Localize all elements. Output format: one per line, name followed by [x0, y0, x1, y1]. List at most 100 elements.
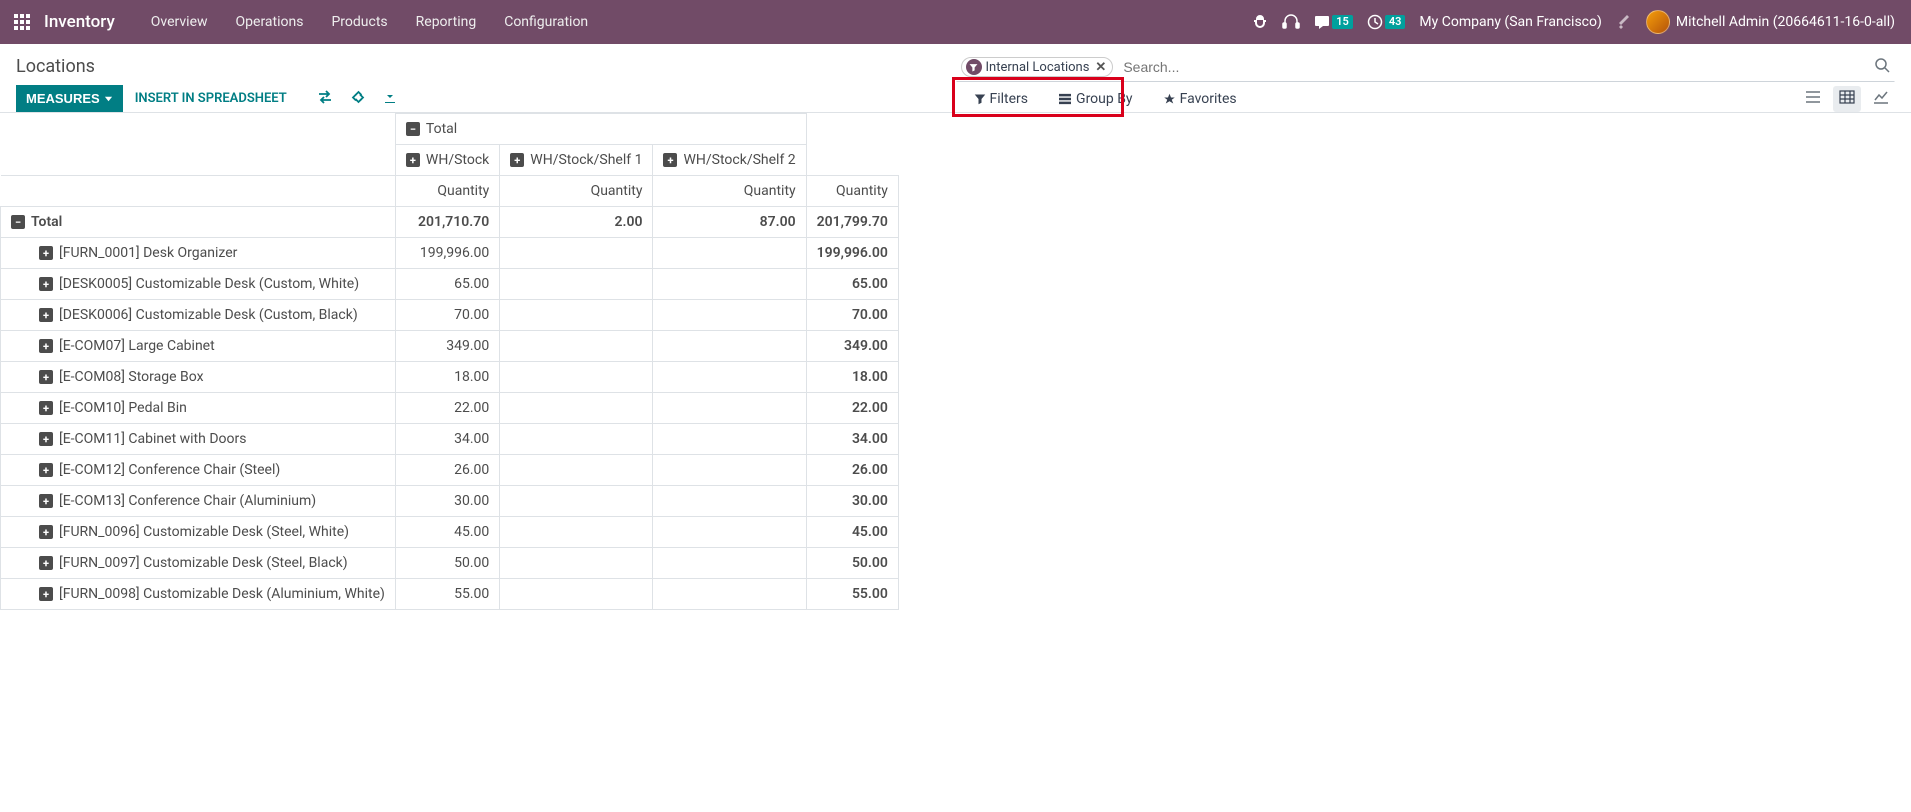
facet-remove[interactable]: ✕	[1095, 60, 1106, 75]
row-header[interactable]: +[E-COM10] Pedal Bin	[1, 393, 396, 424]
row-header[interactable]: +[E-COM07] Large Cabinet	[1, 331, 396, 362]
col-header[interactable]: +WH/Stock/Shelf 1	[500, 145, 653, 176]
view-pivot-button[interactable]	[1833, 86, 1861, 112]
expand-all-icon[interactable]	[351, 90, 365, 108]
cell[interactable]: 87.00	[653, 207, 806, 238]
flip-axis-icon[interactable]	[317, 90, 333, 108]
row-header[interactable]: +[E-COM12] Conference Chair (Steel)	[1, 455, 396, 486]
row-header[interactable]: +[FURN_0097] Customizable Desk (Steel, B…	[1, 548, 396, 579]
cell[interactable]	[500, 424, 653, 455]
expand-icon[interactable]: +	[663, 153, 677, 167]
nav-overview[interactable]: Overview	[139, 6, 220, 38]
cell[interactable]	[653, 300, 806, 331]
search-input[interactable]	[1119, 55, 1890, 79]
cell[interactable]	[653, 455, 806, 486]
expand-icon[interactable]: +	[39, 246, 53, 260]
measures-button[interactable]: Measures	[16, 85, 123, 112]
cell[interactable]	[653, 269, 806, 300]
apps-icon[interactable]	[8, 8, 36, 36]
nav-operations[interactable]: Operations	[224, 6, 316, 38]
pivot-table-container[interactable]: −Total +WH/Stock+WH/Stock/Shelf 1+WH/Sto…	[0, 113, 1911, 795]
expand-icon[interactable]: +	[510, 153, 524, 167]
search-facet[interactable]: Internal Locations ✕	[961, 57, 1114, 77]
cell[interactable]	[500, 362, 653, 393]
expand-icon[interactable]: +	[39, 525, 53, 539]
cell[interactable]: 65.00	[806, 269, 898, 300]
cell[interactable]: 201,799.70	[806, 207, 898, 238]
row-header[interactable]: +[E-COM08] Storage Box	[1, 362, 396, 393]
cell[interactable]: 18.00	[806, 362, 898, 393]
view-graph-button[interactable]	[1867, 86, 1895, 112]
activity-icon[interactable]: 43	[1367, 14, 1406, 30]
cell[interactable]: 22.00	[395, 393, 499, 424]
cell[interactable]: 199,996.00	[395, 238, 499, 269]
cell[interactable]	[500, 517, 653, 548]
cell[interactable]: 26.00	[806, 455, 898, 486]
row-header[interactable]: +[DESK0006] Customizable Desk (Custom, B…	[1, 300, 396, 331]
messaging-icon[interactable]: 15	[1314, 14, 1353, 30]
cell[interactable]: 34.00	[806, 424, 898, 455]
collapse-icon[interactable]: −	[406, 122, 420, 136]
cell[interactable]: 30.00	[395, 486, 499, 517]
download-icon[interactable]	[383, 90, 397, 108]
cell[interactable]: 70.00	[806, 300, 898, 331]
insert-spreadsheet-button[interactable]: Insert in Spreadsheet	[135, 91, 287, 106]
cell[interactable]: 50.00	[395, 548, 499, 579]
row-header[interactable]: +[FURN_0001] Desk Organizer	[1, 238, 396, 269]
cell[interactable]	[500, 238, 653, 269]
col-header[interactable]: +WH/Stock	[395, 145, 499, 176]
debug-icon[interactable]	[1252, 14, 1268, 30]
cell[interactable]	[653, 362, 806, 393]
expand-icon[interactable]: +	[39, 494, 53, 508]
cell[interactable]	[500, 486, 653, 517]
nav-configuration[interactable]: Configuration	[492, 6, 600, 38]
row-total-header[interactable]: −Total	[1, 207, 396, 238]
cell[interactable]	[653, 331, 806, 362]
expand-icon[interactable]: +	[39, 370, 53, 384]
cell[interactable]: 34.00	[395, 424, 499, 455]
col-header[interactable]: +WH/Stock/Shelf 2	[653, 145, 806, 176]
cell[interactable]	[653, 486, 806, 517]
search-icon[interactable]	[1874, 57, 1890, 77]
cell[interactable]: 55.00	[806, 579, 898, 610]
cell[interactable]	[653, 424, 806, 455]
expand-icon[interactable]: +	[39, 401, 53, 415]
row-header[interactable]: +[E-COM13] Conference Chair (Aluminium)	[1, 486, 396, 517]
cell[interactable]: 18.00	[395, 362, 499, 393]
cell[interactable]: 2.00	[500, 207, 653, 238]
expand-icon[interactable]: +	[39, 556, 53, 570]
cell[interactable]: 45.00	[806, 517, 898, 548]
favorites-button[interactable]: Favorites	[1157, 87, 1243, 111]
cell[interactable]	[653, 393, 806, 424]
nav-products[interactable]: Products	[319, 6, 399, 38]
col-total-header[interactable]: −Total	[395, 114, 806, 145]
cell[interactable]: 55.00	[395, 579, 499, 610]
app-brand[interactable]: Inventory	[44, 12, 115, 32]
row-header[interactable]: +[E-COM11] Cabinet with Doors	[1, 424, 396, 455]
cell[interactable]	[500, 548, 653, 579]
cell[interactable]	[500, 269, 653, 300]
cell[interactable]	[653, 238, 806, 269]
expand-icon[interactable]: +	[39, 463, 53, 477]
cell[interactable]: 70.00	[395, 300, 499, 331]
cell[interactable]	[653, 579, 806, 610]
view-list-button[interactable]	[1799, 86, 1827, 112]
row-header[interactable]: +[FURN_0098] Customizable Desk (Aluminiu…	[1, 579, 396, 610]
expand-icon[interactable]: +	[39, 432, 53, 446]
support-icon[interactable]	[1282, 14, 1300, 30]
cell[interactable]: 65.00	[395, 269, 499, 300]
cell[interactable]: 349.00	[806, 331, 898, 362]
cell[interactable]	[653, 548, 806, 579]
expand-icon[interactable]: +	[39, 277, 53, 291]
expand-icon[interactable]: +	[406, 153, 420, 167]
groupby-button[interactable]: Group By	[1052, 87, 1139, 111]
cell[interactable]: 26.00	[395, 455, 499, 486]
cell[interactable]: 201,710.70	[395, 207, 499, 238]
nav-reporting[interactable]: Reporting	[404, 6, 489, 38]
cell[interactable]	[500, 579, 653, 610]
cell[interactable]	[500, 455, 653, 486]
tools-icon[interactable]	[1616, 14, 1632, 30]
collapse-icon[interactable]: −	[11, 215, 25, 229]
row-header[interactable]: +[FURN_0096] Customizable Desk (Steel, W…	[1, 517, 396, 548]
row-header[interactable]: +[DESK0005] Customizable Desk (Custom, W…	[1, 269, 396, 300]
